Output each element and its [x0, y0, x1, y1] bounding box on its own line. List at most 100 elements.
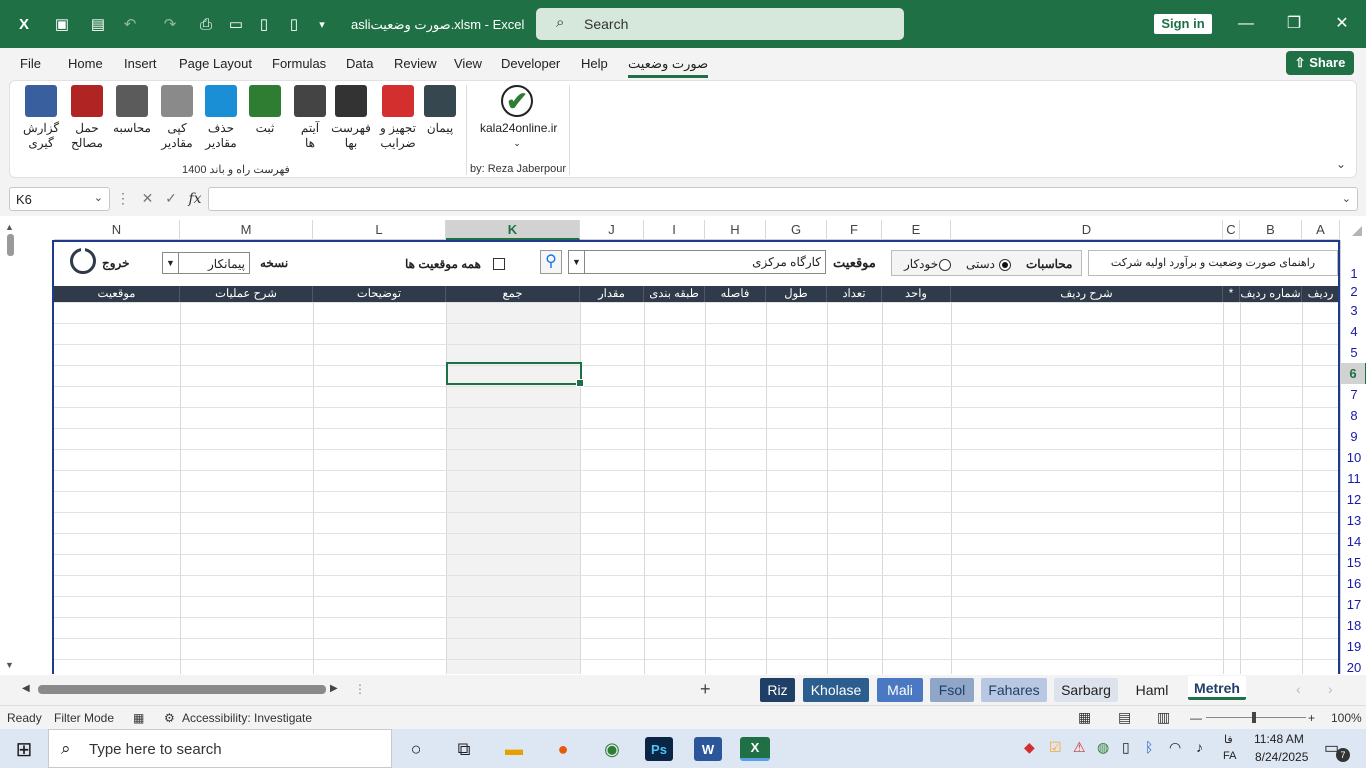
ribbon-button-calculator[interactable]: محاسبه: [112, 85, 152, 136]
sheet-tab-fsol[interactable]: Fsol: [930, 678, 974, 702]
horizontal-scroll-thumb[interactable]: [38, 685, 326, 694]
chrome-icon[interactable]: ◉: [596, 734, 628, 764]
word-icon[interactable]: W: [694, 737, 722, 761]
table-header-cell[interactable]: ردیف: [1302, 286, 1338, 302]
ribbon-button-save-book[interactable]: ثبت: [246, 85, 284, 136]
minimize-icon[interactable]: —: [1232, 10, 1260, 38]
row-header-15[interactable]: 15: [1341, 552, 1366, 573]
table-header-cell[interactable]: توضیحات: [313, 286, 446, 302]
column-header-H[interactable]: H: [705, 220, 766, 240]
ribbon-button-handshake[interactable]: پیمان: [422, 85, 458, 136]
page-layout-view-icon[interactable]: ▤: [1118, 709, 1131, 726]
sheet-tab-sarbarg[interactable]: Sarbarg: [1054, 678, 1118, 702]
column-header-B[interactable]: B: [1240, 220, 1302, 240]
firefox-icon[interactable]: ●: [547, 734, 579, 764]
table-header-cell[interactable]: شرح عملیات: [180, 286, 313, 302]
ribbon-collapse-icon[interactable]: ⌄: [1336, 157, 1346, 171]
tab-formulas[interactable]: Formulas: [272, 56, 326, 71]
zoom-slider[interactable]: [1206, 717, 1306, 718]
excel-taskbar-icon[interactable]: X: [740, 737, 770, 761]
task-view-icon[interactable]: ⧉: [448, 734, 480, 764]
calc-manual-radio[interactable]: [999, 259, 1011, 271]
tab-insert[interactable]: Insert: [124, 56, 157, 71]
column-header-D[interactable]: D: [951, 220, 1223, 240]
cortana-icon[interactable]: ○: [400, 734, 432, 764]
tab-developer[interactable]: Developer: [501, 56, 560, 71]
table-header-cell[interactable]: جمع: [446, 286, 580, 302]
version-select[interactable]: ▼ پیمانکار: [162, 252, 250, 274]
ribbon-button-copy[interactable]: کپی مقادیر: [156, 85, 198, 151]
ribbon-button-list[interactable]: فهرست بها: [330, 85, 372, 151]
site-button[interactable]: ✔ kala24online.ir ⌄: [480, 85, 557, 151]
tab-view[interactable]: View: [454, 56, 482, 71]
table-header-cell[interactable]: موقعیت: [54, 286, 180, 302]
zoom-out-icon[interactable]: —: [1190, 711, 1202, 725]
customize-qat-icon[interactable]: ▾: [310, 12, 334, 36]
row-header-16[interactable]: 16: [1341, 573, 1366, 594]
row-header-6[interactable]: 6: [1341, 363, 1366, 384]
network-globe-icon[interactable]: ◍: [1097, 739, 1109, 756]
tab-home[interactable]: Home: [68, 56, 103, 71]
guide-button[interactable]: راهنمای صورت وضعیت و برآورد اولیه شرکت: [1088, 250, 1338, 276]
row-header-5[interactable]: 5: [1341, 342, 1366, 363]
save-icon[interactable]: ▤: [86, 12, 110, 36]
undo-icon[interactable]: ↶: [118, 12, 142, 36]
share-button[interactable]: ⇧ Share: [1286, 51, 1354, 75]
column-header-K[interactable]: K: [446, 220, 580, 240]
sheet-tab-haml[interactable]: Haml: [1127, 678, 1177, 702]
scroll-left-icon[interactable]: ◀: [22, 683, 30, 694]
photoshop-icon[interactable]: Ps: [645, 737, 673, 761]
row-header-7[interactable]: 7: [1341, 384, 1366, 405]
usb-icon[interactable]: ▯: [1122, 739, 1130, 756]
scroll-down-icon[interactable]: ▼: [5, 660, 14, 670]
vertical-scroll-thumb[interactable]: [7, 234, 14, 256]
sign-in-button[interactable]: Sign in: [1154, 14, 1212, 34]
row-header-12[interactable]: 12: [1341, 489, 1366, 510]
table-header-cell[interactable]: واحد: [882, 286, 951, 302]
row-header-18[interactable]: 18: [1341, 615, 1366, 636]
windows-start-icon[interactable]: ⊞: [8, 734, 40, 764]
tab-data[interactable]: Data: [346, 56, 373, 71]
volume-icon[interactable]: ♪: [1196, 739, 1203, 755]
close-icon[interactable]: ✕: [1328, 10, 1356, 38]
column-header-L[interactable]: L: [313, 220, 446, 240]
sheet-tab-metreh[interactable]: Metreh: [1188, 676, 1246, 700]
wifi-icon[interactable]: ◠: [1169, 739, 1181, 756]
tray-app-icon[interactable]: ◆: [1024, 739, 1035, 756]
row-header-4[interactable]: 4: [1341, 321, 1366, 342]
select-all-corner[interactable]: [1340, 220, 1366, 240]
clock-date[interactable]: 8/24/2025: [1255, 750, 1308, 764]
exit-label[interactable]: خروج: [102, 256, 130, 270]
row-header-13[interactable]: 13: [1341, 510, 1366, 531]
macro-record-icon[interactable]: ▦: [133, 711, 144, 725]
new-file-icon[interactable]: ▯: [252, 12, 276, 36]
vertical-scrollbar[interactable]: ▲ ▼: [5, 222, 17, 672]
sheet-tab-fahares[interactable]: Fahares: [981, 678, 1047, 702]
row-header-1[interactable]: 1: [1341, 266, 1366, 282]
sheet-tab-mali[interactable]: Mali: [877, 678, 923, 702]
open-folder-icon[interactable]: ▭: [224, 12, 248, 36]
column-header-M[interactable]: M: [180, 220, 313, 240]
table-header-cell[interactable]: طبقه بندی: [644, 286, 705, 302]
status-accessibility[interactable]: Accessibility: Investigate: [182, 711, 312, 725]
tab-split-handle[interactable]: ⋮: [354, 682, 366, 696]
search-box[interactable]: ⌕ Search: [536, 8, 904, 40]
ribbon-button-percent[interactable]: تجهیز و ضرایب: [374, 85, 422, 151]
location-select[interactable]: ▼ کارگاه مرکزی: [568, 250, 826, 274]
row-header-14[interactable]: 14: [1341, 531, 1366, 552]
table-header-cell[interactable]: شماره ردیف: [1240, 286, 1302, 302]
expand-formula-icon[interactable]: ⌄: [1342, 192, 1351, 205]
insert-function-icon[interactable]: fx: [188, 191, 201, 207]
tab-help[interactable]: Help: [581, 56, 608, 71]
map-pin-icon[interactable]: ⚲: [540, 250, 562, 274]
redo-icon[interactable]: ↷: [158, 12, 182, 36]
zoom-slider-thumb[interactable]: [1252, 712, 1256, 723]
ribbon-button-truck[interactable]: حمل مصالح: [64, 85, 110, 151]
column-header-A[interactable]: A: [1302, 220, 1340, 240]
scroll-up-icon[interactable]: ▲: [5, 222, 14, 232]
column-header-F[interactable]: F: [827, 220, 882, 240]
cancel-icon[interactable]: ✕: [142, 190, 154, 206]
row-header-17[interactable]: 17: [1341, 594, 1366, 615]
column-header-C[interactable]: C: [1223, 220, 1240, 240]
next-sheet-icon[interactable]: ›: [1328, 681, 1333, 697]
